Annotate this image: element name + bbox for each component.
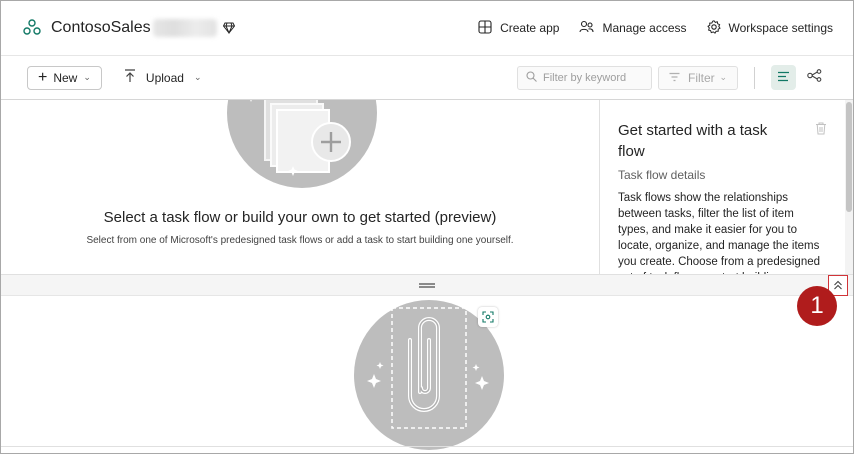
workspace-name: ContosoSales (51, 19, 151, 36)
command-bar: + New ⌄ Upload ⌄ Filter by keyword Filte… (1, 55, 853, 100)
lineage-view-button[interactable] (802, 65, 827, 90)
toolbar-divider (754, 66, 755, 89)
upload-arrow-icon (124, 69, 146, 86)
chevron-down-icon: ⌄ (83, 72, 91, 82)
gear-icon (706, 19, 729, 37)
panel-description: Task flows show the relationships betwee… (618, 192, 821, 274)
people-icon (579, 20, 602, 37)
chevron-down-icon: ⌄ (719, 72, 727, 82)
new-label: New (53, 70, 78, 85)
app-grid-icon (478, 19, 500, 37)
filter-button[interactable]: Filter ⌄ (658, 65, 738, 90)
pane-splitter[interactable] (1, 274, 853, 296)
task-flow-illustration (227, 100, 377, 188)
task-flow-canvas: Select a task flow or build your own to … (1, 100, 853, 274)
create-app-button[interactable]: Create app (478, 19, 560, 37)
task-flow-details-panel: Get started with a task flow Task flow d… (599, 100, 853, 274)
panel-scrollbar[interactable] (845, 100, 853, 274)
scrollbar-thumb[interactable] (846, 102, 852, 212)
diamond-icon (222, 22, 235, 34)
items-list-pane (1, 296, 853, 453)
create-app-label: Create app (500, 21, 560, 35)
workspace-settings-button[interactable]: Workspace settings (706, 19, 834, 37)
chevron-down-icon: ⌄ (193, 72, 202, 82)
upload-button[interactable]: Upload ⌄ (124, 69, 202, 86)
filter-label: Filter (688, 70, 715, 85)
empty-state-subtitle: Select from one of Microsoft's predesign… (86, 235, 514, 246)
header-actions: Create app Manage access Workspace setti… (458, 19, 834, 37)
trash-icon[interactable] (815, 122, 827, 140)
filter-keyword-input[interactable]: Filter by keyword (517, 65, 652, 90)
filter-icon (669, 71, 688, 85)
panel-subtitle: Task flow details (618, 168, 706, 182)
manage-access-button[interactable]: Manage access (579, 20, 687, 37)
workspace-icon (21, 17, 43, 39)
search-icon (526, 70, 543, 85)
workspace-settings-label: Workspace settings (728, 21, 834, 35)
plus-icon: + (38, 68, 48, 86)
workspace-header: ContosoSales Create app Manage access Wo… (1, 1, 853, 55)
bottom-divider (1, 446, 853, 447)
focus-icon[interactable] (478, 307, 498, 327)
filter-placeholder: Filter by keyword (543, 71, 627, 84)
redacted-text (152, 19, 217, 37)
lineage-icon (807, 68, 822, 87)
new-button[interactable]: + New ⌄ (27, 65, 102, 90)
manage-access-label: Manage access (602, 21, 687, 35)
list-view-icon (777, 69, 790, 87)
empty-state-title: Select a task flow or build your own to … (103, 209, 497, 226)
list-view-button[interactable] (771, 65, 796, 90)
panel-title: Get started with a task flow (618, 122, 768, 160)
app-window: ContosoSales Create app Manage access Wo… (0, 0, 854, 454)
upload-label: Upload (145, 70, 184, 85)
double-chevron-up-icon (833, 277, 843, 295)
drag-handle-icon[interactable] (419, 282, 435, 288)
toolbar-right: Filter by keyword Filter ⌄ (517, 65, 827, 90)
